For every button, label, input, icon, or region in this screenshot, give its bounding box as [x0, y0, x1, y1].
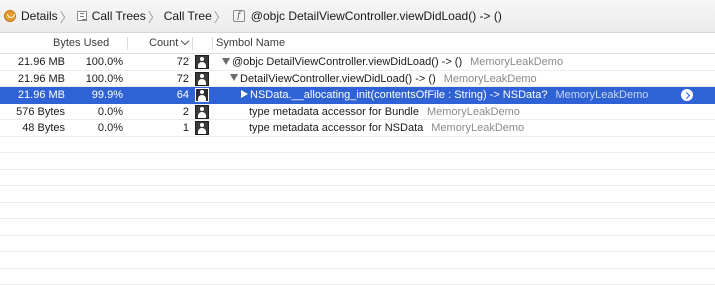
bytes-used-cell: 21.96 MB	[0, 71, 65, 87]
library-name: MemoryLeakDemo	[427, 106, 520, 118]
disclosure-triangle-icon[interactable]	[230, 74, 238, 81]
symbol-name: NSData.__allocating_init(contentsOfFile …	[250, 89, 547, 101]
chevron-right-icon: 〉	[60, 7, 73, 26]
symbol-cell: @objc DetailViewController.viewDidLoad()…	[215, 54, 563, 70]
disclosure-triangle-icon[interactable]	[241, 90, 248, 98]
sort-descending-icon	[181, 37, 189, 45]
empty-row	[0, 269, 715, 285]
percent-cell: 0.0%	[65, 120, 123, 136]
empty-row	[0, 137, 715, 154]
empty-row	[0, 236, 715, 253]
column-header-bytes-used[interactable]: Bytes Used	[53, 34, 109, 53]
empty-row	[0, 186, 715, 203]
percent-cell: 0.0%	[65, 104, 123, 120]
disclosure-triangle-icon[interactable]	[222, 58, 230, 65]
breadcrumb-item-details[interactable]: Details	[0, 0, 58, 33]
chevron-right-icon: 〉	[148, 7, 161, 26]
percent-cell: 99.9%	[65, 87, 123, 103]
breadcrumb-label: Call Tree	[164, 9, 212, 23]
percent-cell: 100.0%	[65, 54, 123, 70]
empty-row	[0, 203, 715, 220]
breadcrumb-label: Details	[21, 9, 58, 23]
table-row[interactable]: 21.96 MB 100.0% 72 @objc DetailViewContr…	[0, 54, 715, 71]
details-icon	[4, 10, 16, 22]
user-code-icon	[195, 55, 209, 69]
user-code-icon	[195, 105, 209, 119]
empty-row	[0, 252, 715, 269]
column-header-count[interactable]: Count	[149, 34, 188, 53]
bytes-used-cell: 48 Bytes	[0, 120, 65, 136]
column-divider[interactable]	[127, 37, 128, 50]
table-row[interactable]: 48 Bytes 0.0% 1 type metadata accessor f…	[0, 120, 715, 137]
breadcrumb-item-call-trees[interactable]: Call Trees	[76, 0, 146, 33]
bytes-used-cell: 21.96 MB	[0, 54, 65, 70]
call-tree-outline[interactable]: 21.96 MB 100.0% 72 @objc DetailViewContr…	[0, 54, 715, 285]
count-cell: 64	[125, 87, 189, 103]
symbol-cell: DetailViewController.viewDidLoad() -> ()…	[215, 71, 537, 87]
percent-cell: 100.0%	[65, 71, 123, 87]
call-tree-icon	[77, 11, 87, 21]
bytes-used-cell: 576 Bytes	[0, 104, 65, 120]
table-header: Bytes Used Count Symbol Name	[0, 34, 715, 54]
library-name: MemoryLeakDemo	[470, 56, 563, 68]
function-icon: f	[233, 10, 245, 22]
count-cell: 1	[125, 120, 189, 136]
library-name: MemoryLeakDemo	[444, 73, 537, 85]
symbol-name: @objc DetailViewController.viewDidLoad()…	[232, 56, 462, 68]
count-cell: 72	[125, 54, 189, 70]
column-divider[interactable]	[212, 37, 213, 50]
column-header-count-label: Count	[149, 37, 178, 49]
breadcrumb: Details 〉 Call Trees 〉 Call Tree 〉 f @ob…	[0, 0, 715, 33]
column-divider[interactable]	[192, 37, 193, 50]
symbol-name: type metadata accessor for NSData	[249, 122, 423, 134]
table-row-selected[interactable]: 21.96 MB 99.9% 64 NSData.__allocating_in…	[0, 87, 715, 104]
user-code-icon	[195, 121, 209, 135]
table-row[interactable]: 21.96 MB 100.0% 72 DetailViewController.…	[0, 71, 715, 88]
breadcrumb-item-function[interactable]: f @objc DetailViewController.viewDidLoad…	[230, 0, 502, 33]
bytes-used-cell: 21.96 MB	[0, 87, 65, 103]
empty-row	[0, 170, 715, 187]
symbol-name: type metadata accessor for Bundle	[249, 106, 419, 118]
chevron-right-icon: 〉	[214, 7, 227, 26]
count-cell: 72	[125, 71, 189, 87]
library-name: MemoryLeakDemo	[431, 122, 524, 134]
user-code-icon	[195, 72, 209, 86]
count-cell: 2	[125, 104, 189, 120]
symbol-cell: type metadata accessor for NSData MemoryL…	[215, 120, 524, 136]
breadcrumb-item-call-tree[interactable]: Call Tree	[164, 0, 212, 33]
empty-row	[0, 219, 715, 236]
empty-row	[0, 153, 715, 170]
symbol-name: DetailViewController.viewDidLoad() -> ()	[240, 73, 436, 85]
breadcrumb-label: Call Trees	[92, 9, 146, 23]
symbol-cell: NSData.__allocating_init(contentsOfFile …	[215, 87, 648, 103]
user-code-icon	[195, 88, 209, 102]
symbol-cell: type metadata accessor for Bundle MemoryL…	[215, 104, 520, 120]
library-name: MemoryLeakDemo	[555, 89, 648, 101]
table-row[interactable]: 576 Bytes 0.0% 2 type metadata accessor …	[0, 104, 715, 121]
breadcrumb-label: @objc DetailViewController.viewDidLoad()…	[251, 9, 502, 23]
go-to-source-icon[interactable]	[681, 89, 693, 101]
column-header-symbol-name[interactable]: Symbol Name	[216, 34, 285, 53]
